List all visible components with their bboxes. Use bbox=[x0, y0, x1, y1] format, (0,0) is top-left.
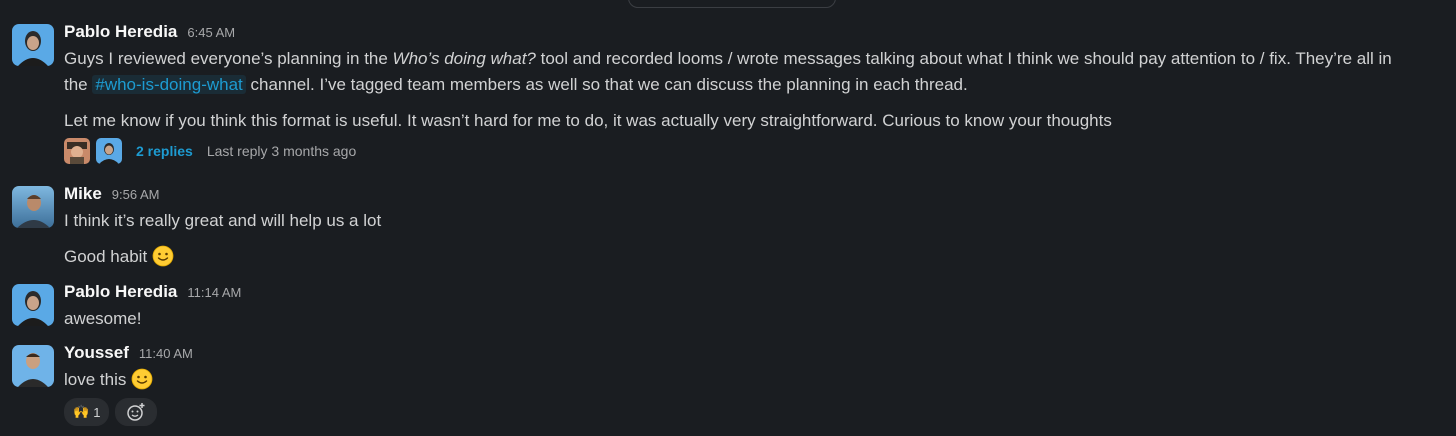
replies-link[interactable]: 2 replies bbox=[136, 143, 193, 159]
text-segment: love this bbox=[64, 370, 127, 389]
raised-hands-icon: 🙌 bbox=[73, 404, 90, 419]
message-text: love this bbox=[64, 367, 1444, 393]
author-name[interactable]: Youssef bbox=[64, 343, 129, 363]
reactions-bar: 🙌 1 bbox=[64, 398, 158, 426]
message-text: Good habit bbox=[64, 244, 1444, 270]
smile-icon bbox=[152, 245, 174, 267]
avatar[interactable] bbox=[12, 24, 54, 66]
channel-link[interactable]: #who-is-doing-what bbox=[92, 75, 246, 94]
message-text: I think it’s really great and will help … bbox=[64, 211, 382, 230]
text-segment: the bbox=[64, 75, 93, 94]
last-reply-text: Last reply 3 months ago bbox=[206, 143, 357, 159]
message-text: Guys I reviewed everyone’s planning in t… bbox=[64, 46, 1444, 98]
avatar[interactable] bbox=[12, 284, 54, 326]
reply-avatar bbox=[64, 138, 90, 164]
avatar[interactable] bbox=[12, 186, 54, 228]
author-name[interactable]: Pablo Heredia bbox=[64, 22, 177, 42]
smile-icon bbox=[131, 368, 153, 390]
timestamp[interactable]: 11:14 AM bbox=[187, 285, 241, 300]
author-name[interactable]: Mike bbox=[64, 184, 102, 204]
thread-summary[interactable]: 2 replies Last reply 3 months ago bbox=[64, 138, 356, 164]
timestamp[interactable]: 6:45 AM bbox=[187, 25, 235, 40]
author-name[interactable]: Pablo Heredia bbox=[64, 282, 177, 302]
message-text: awesome! bbox=[64, 309, 142, 328]
text-segment: tool and recorded looms / wrote messages… bbox=[535, 49, 1392, 68]
message-text-para2: Let me know if you think this format is … bbox=[64, 111, 1112, 130]
text-segment: channel. I’ve tagged team members as wel… bbox=[245, 75, 968, 94]
timestamp[interactable]: 11:40 AM bbox=[139, 346, 193, 361]
text-segment: Guys I reviewed everyone’s planning in t… bbox=[64, 49, 393, 68]
reply-avatar bbox=[96, 138, 122, 164]
timestamp[interactable]: 9:56 AM bbox=[112, 187, 160, 202]
text-segment: Good habit bbox=[64, 247, 148, 266]
reaction-count: 1 bbox=[93, 404, 101, 420]
reaction-raised-hands[interactable]: 🙌 1 bbox=[64, 398, 110, 426]
new-messages-pill[interactable] bbox=[628, 0, 836, 8]
add-reaction-icon bbox=[127, 403, 145, 421]
avatar[interactable] bbox=[12, 345, 54, 387]
italic-text: Who’s doing what? bbox=[392, 49, 536, 68]
add-reaction-button[interactable] bbox=[115, 398, 158, 426]
